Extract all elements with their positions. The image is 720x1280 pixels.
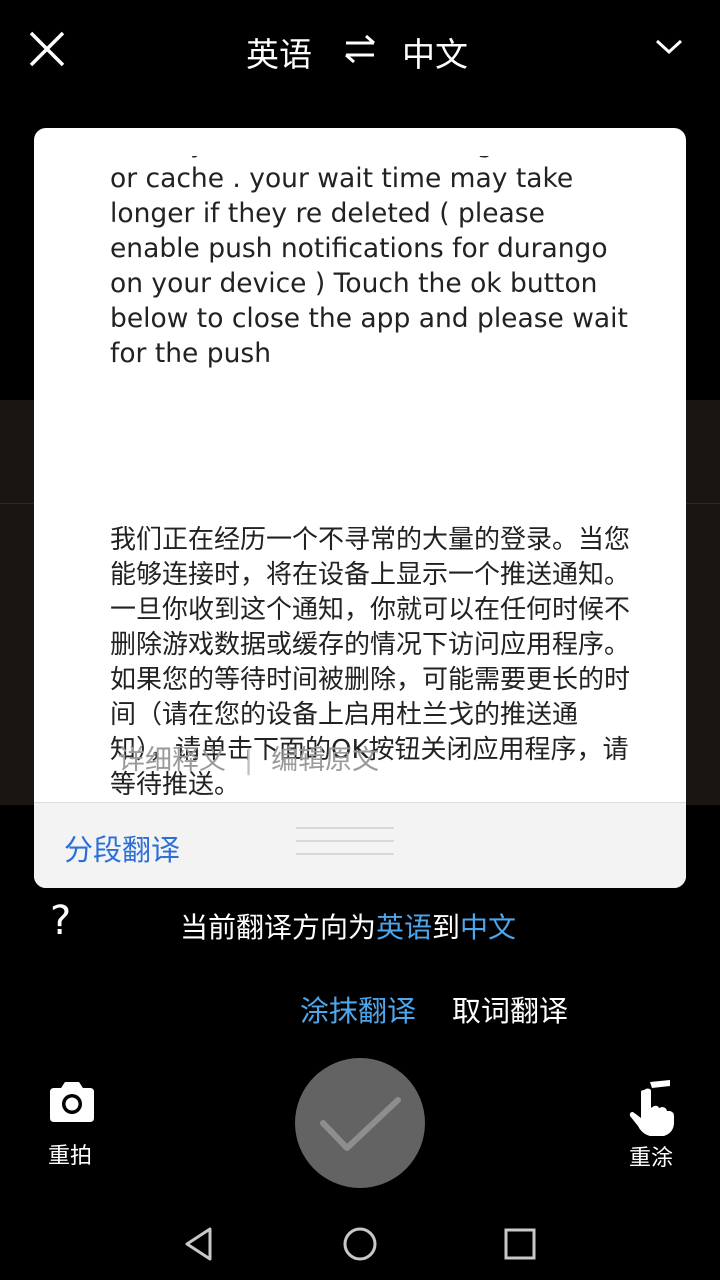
card-links: 详细释义 | 编辑原文 bbox=[118, 738, 379, 777]
home-circle-icon bbox=[343, 1227, 377, 1261]
back-triangle-icon bbox=[185, 1227, 212, 1261]
source-language-button[interactable]: 英语 bbox=[246, 28, 312, 76]
direction-prefix: 当前翻译方向为 bbox=[180, 911, 377, 944]
edit-source-link[interactable]: 编辑原文 bbox=[271, 745, 379, 776]
close-button[interactable] bbox=[26, 28, 68, 70]
close-icon bbox=[29, 31, 65, 67]
direction-middle: 到 bbox=[432, 911, 461, 944]
tab-smear-translate[interactable]: 涂抹翻译 bbox=[300, 988, 416, 1030]
translation-direction: 当前翻译方向为英语到中文 bbox=[180, 906, 516, 946]
chevron-down-icon bbox=[655, 39, 683, 55]
nav-recent-button[interactable] bbox=[500, 1224, 540, 1264]
repaint-button[interactable]: 重涂 bbox=[620, 1078, 682, 1171]
hand-pointer-icon bbox=[629, 1080, 674, 1136]
card-footer: 分段翻译 bbox=[34, 802, 686, 888]
target-language-button[interactable]: 中文 bbox=[402, 28, 468, 76]
translation-card: could you choose to delete game data or … bbox=[34, 128, 686, 888]
source-text: could you choose to delete game data or … bbox=[110, 156, 628, 369]
checkmark-icon bbox=[320, 1097, 401, 1151]
drag-handle[interactable] bbox=[296, 827, 394, 861]
nav-home-button[interactable] bbox=[340, 1224, 380, 1264]
repaint-label: 重涂 bbox=[628, 1146, 673, 1171]
link-separator: | bbox=[244, 745, 254, 776]
collapse-button[interactable] bbox=[654, 36, 684, 58]
confirm-button[interactable] bbox=[295, 1058, 425, 1188]
segment-translate-button[interactable]: 分段翻译 bbox=[64, 827, 180, 869]
swap-language-button[interactable] bbox=[342, 33, 378, 65]
camera-icon bbox=[50, 1082, 94, 1122]
retake-label: 重拍 bbox=[47, 1144, 92, 1169]
direction-from: 英语 bbox=[376, 911, 433, 944]
help-button[interactable]: ? bbox=[50, 898, 71, 944]
direction-to: 中文 bbox=[460, 911, 517, 944]
retake-button[interactable]: 重拍 bbox=[40, 1080, 100, 1170]
swap-icon bbox=[345, 34, 375, 64]
translation-scroll-area[interactable]: could you choose to delete game data or … bbox=[34, 156, 686, 801]
tab-word-translate[interactable]: 取词翻译 bbox=[452, 988, 568, 1030]
detail-definition-link[interactable]: 详细释义 bbox=[118, 745, 226, 776]
nav-back-button[interactable] bbox=[180, 1224, 220, 1264]
recent-square-icon bbox=[504, 1228, 536, 1260]
